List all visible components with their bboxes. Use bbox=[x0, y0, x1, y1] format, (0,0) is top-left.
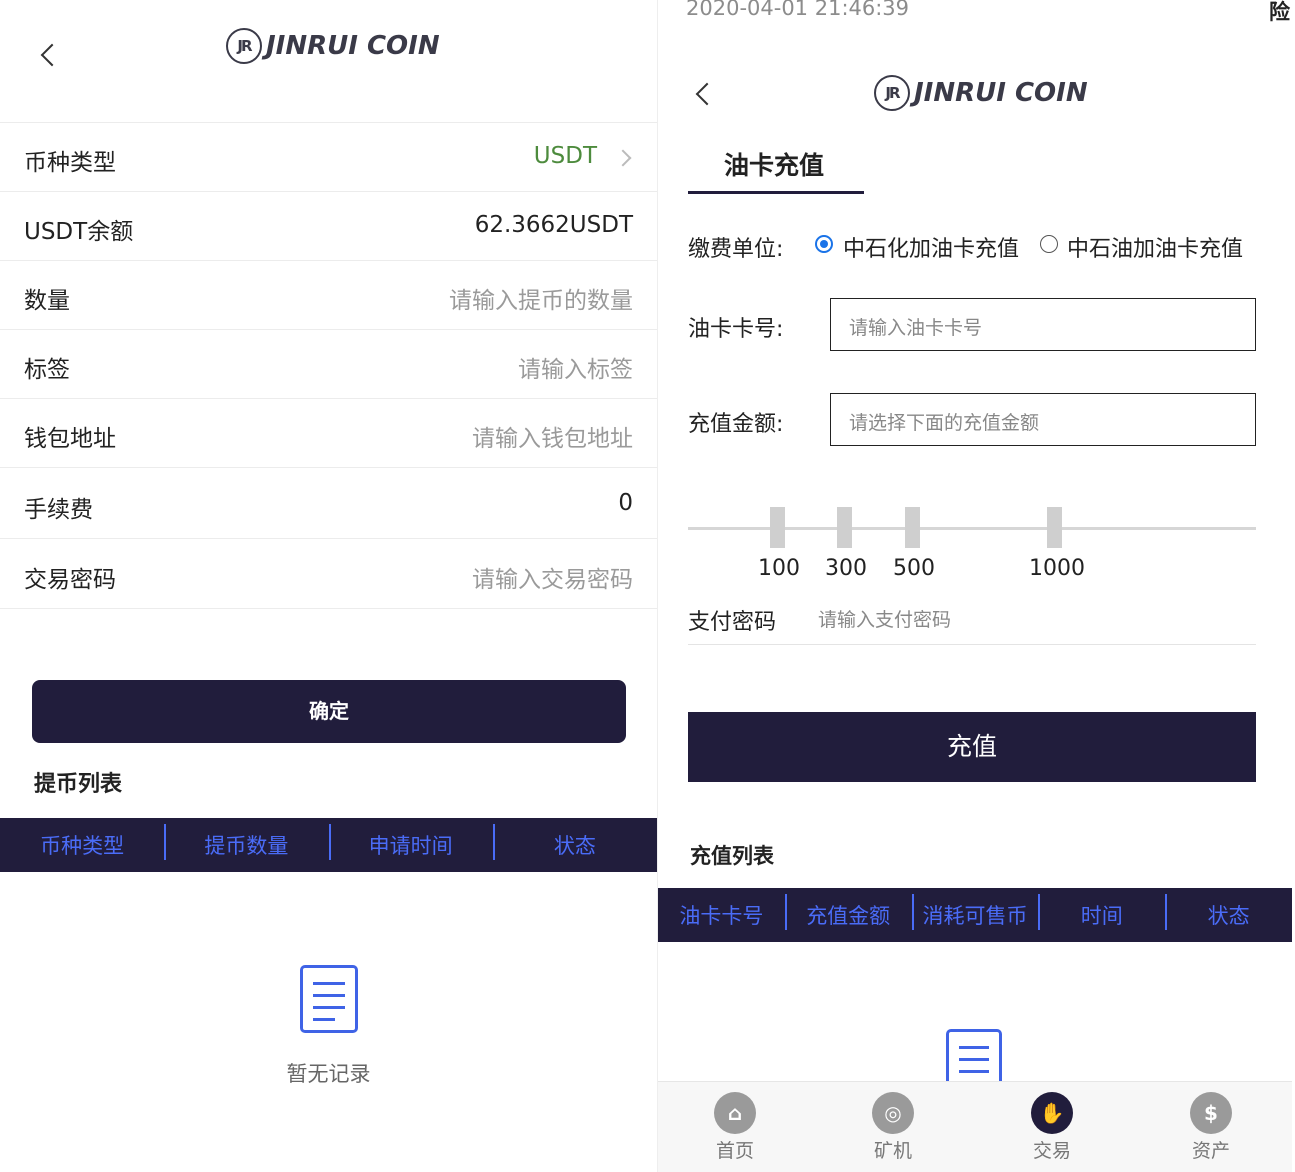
brand-logo: JR JINRUI COIN bbox=[874, 75, 1088, 111]
nav-item-home[interactable]: ⌂ 首页 bbox=[695, 1092, 775, 1163]
currency-type-label: 币种类型 bbox=[24, 150, 116, 176]
amount-input[interactable]: 请输入提币的数量 bbox=[449, 281, 633, 315]
balance-row: USDT余额 62.3662USDT bbox=[0, 192, 657, 261]
amount-option[interactable]: 1000 bbox=[1029, 556, 1085, 581]
radio-sinopec[interactable] bbox=[815, 235, 833, 253]
column-header: 充值金额 bbox=[784, 894, 912, 930]
balance-label: USDT余额 bbox=[24, 219, 134, 245]
recharge-amount-label: 充值金额: bbox=[688, 412, 784, 437]
withdraw-screen: JR JINRUI COIN 币种类型 USDT USDT余额 62.3662U… bbox=[0, 0, 657, 1172]
column-header: 币种类型 bbox=[40, 834, 125, 858]
pay-password-label: 支付密码 bbox=[688, 610, 777, 635]
column-header: 提币数量 bbox=[164, 824, 328, 860]
column-header: 时间 bbox=[1038, 894, 1165, 930]
recharge-amount-placeholder: 请选择下面的充值金额 bbox=[849, 412, 1040, 434]
chevron-right-icon bbox=[614, 149, 632, 167]
tag-input[interactable]: 请输入标签 bbox=[518, 350, 633, 384]
corner-text: 险 bbox=[1269, 0, 1290, 24]
nav-label: 首页 bbox=[715, 1140, 754, 1162]
recharge-table-header: 油卡卡号 充值金额 消耗可售币 时间 状态 bbox=[658, 888, 1292, 942]
fee-label: 手续费 bbox=[24, 497, 93, 523]
handshake-icon: ✋ bbox=[1031, 1092, 1073, 1134]
recharge-button[interactable]: 充值 bbox=[688, 712, 1256, 782]
back-chevron-icon[interactable] bbox=[695, 82, 719, 106]
card-number-placeholder: 请输入油卡卡号 bbox=[849, 317, 983, 339]
fee-row: 手续费 0 bbox=[0, 470, 657, 539]
trade-password-label: 交易密码 bbox=[24, 567, 116, 593]
amount-slider-knob-300[interactable] bbox=[837, 507, 852, 548]
amount-option[interactable]: 100 bbox=[758, 556, 800, 581]
trade-password-row: 交易密码 请输入交易密码 bbox=[0, 540, 657, 609]
wallet-address-row: 钱包地址 请输入钱包地址 bbox=[0, 399, 657, 468]
withdraw-list-title: 提币列表 bbox=[34, 772, 123, 797]
nav-label: 资产 bbox=[1191, 1140, 1230, 1162]
amount-slider-knob-1000[interactable] bbox=[1047, 507, 1062, 548]
tab-oil-card-recharge[interactable]: 油卡充值 bbox=[688, 128, 864, 194]
card-number-input[interactable]: 请输入油卡卡号 bbox=[830, 298, 1256, 351]
nav-item-trade[interactable]: ✋ 交易 bbox=[1012, 1092, 1092, 1163]
brand-mark-icon: JR bbox=[226, 28, 262, 64]
tab-label: 油卡充值 bbox=[724, 151, 825, 180]
pay-password-input[interactable]: 请输入支付密码 bbox=[818, 605, 951, 632]
timestamp: 2020-04-01 21:46:39 bbox=[686, 0, 910, 20]
wallet-address-input[interactable]: 请输入钱包地址 bbox=[472, 419, 633, 453]
fee-value: 0 bbox=[618, 490, 633, 516]
recharge-screen: 2020-04-01 21:46:39 险 JR JINRUI COIN 油卡充… bbox=[658, 0, 1292, 1172]
brand-logo: JR JINRUI COIN bbox=[226, 28, 440, 64]
miner-icon: ◎ bbox=[872, 1092, 914, 1134]
recharge-list-title: 充值列表 bbox=[690, 844, 774, 868]
nav-label: 交易 bbox=[1032, 1140, 1071, 1162]
currency-type-row[interactable]: 币种类型 USDT bbox=[0, 123, 657, 192]
trade-password-input[interactable]: 请输入交易密码 bbox=[472, 560, 633, 594]
column-header: 消耗可售币 bbox=[911, 894, 1039, 930]
column-header: 状态 bbox=[1165, 894, 1292, 930]
amount-row: 数量 请输入提币的数量 bbox=[0, 261, 657, 330]
empty-document-icon bbox=[300, 965, 358, 1033]
tag-label: 标签 bbox=[24, 357, 70, 383]
nav-item-miner[interactable]: ◎ 矿机 bbox=[853, 1092, 933, 1163]
withdraw-table-header: 币种类型 提币数量 申请时间 状态 bbox=[0, 818, 657, 872]
amount-slider-knob-100[interactable] bbox=[770, 507, 785, 548]
brand-name: JINRUI COIN bbox=[914, 78, 1088, 108]
amount-label: 数量 bbox=[24, 288, 70, 314]
nav-label: 矿机 bbox=[873, 1140, 912, 1162]
bottom-navigation: ⌂ 首页 ◎ 矿机 ✋ 交易 $ 资产 bbox=[658, 1081, 1292, 1172]
currency-type-value: USDT bbox=[533, 143, 597, 169]
recharge-amount-input[interactable]: 请选择下面的充值金额 bbox=[830, 393, 1256, 446]
radio-sinopec-label[interactable]: 中石化加油卡充值 bbox=[843, 231, 1019, 263]
amount-option[interactable]: 300 bbox=[825, 556, 867, 581]
nav-item-assets[interactable]: $ 资产 bbox=[1171, 1092, 1251, 1163]
tag-row: 标签 请输入标签 bbox=[0, 330, 657, 399]
brand-name: JINRUI COIN bbox=[266, 31, 440, 61]
radio-petrochina-label[interactable]: 中石油加油卡充值 bbox=[1067, 231, 1243, 263]
empty-state-text: 暂无记录 bbox=[286, 1062, 371, 1086]
balance-value: 62.3662USDT bbox=[474, 212, 633, 238]
confirm-button[interactable]: 确定 bbox=[32, 680, 626, 743]
amount-option[interactable]: 500 bbox=[893, 556, 935, 581]
radio-petrochina[interactable] bbox=[1040, 235, 1058, 253]
back-chevron-icon[interactable] bbox=[40, 43, 64, 67]
home-icon: ⌂ bbox=[714, 1092, 756, 1134]
wallet-address-label: 钱包地址 bbox=[24, 426, 116, 452]
amount-slider-knob-500[interactable] bbox=[905, 507, 920, 548]
column-header: 油卡卡号 bbox=[679, 904, 764, 928]
column-header: 状态 bbox=[492, 824, 657, 860]
column-header: 申请时间 bbox=[328, 824, 493, 860]
brand-mark-icon: JR bbox=[874, 75, 910, 111]
card-number-label: 油卡卡号: bbox=[688, 317, 784, 342]
dollar-icon: $ bbox=[1190, 1092, 1232, 1134]
payment-unit-label: 缴费单位: bbox=[688, 237, 784, 262]
